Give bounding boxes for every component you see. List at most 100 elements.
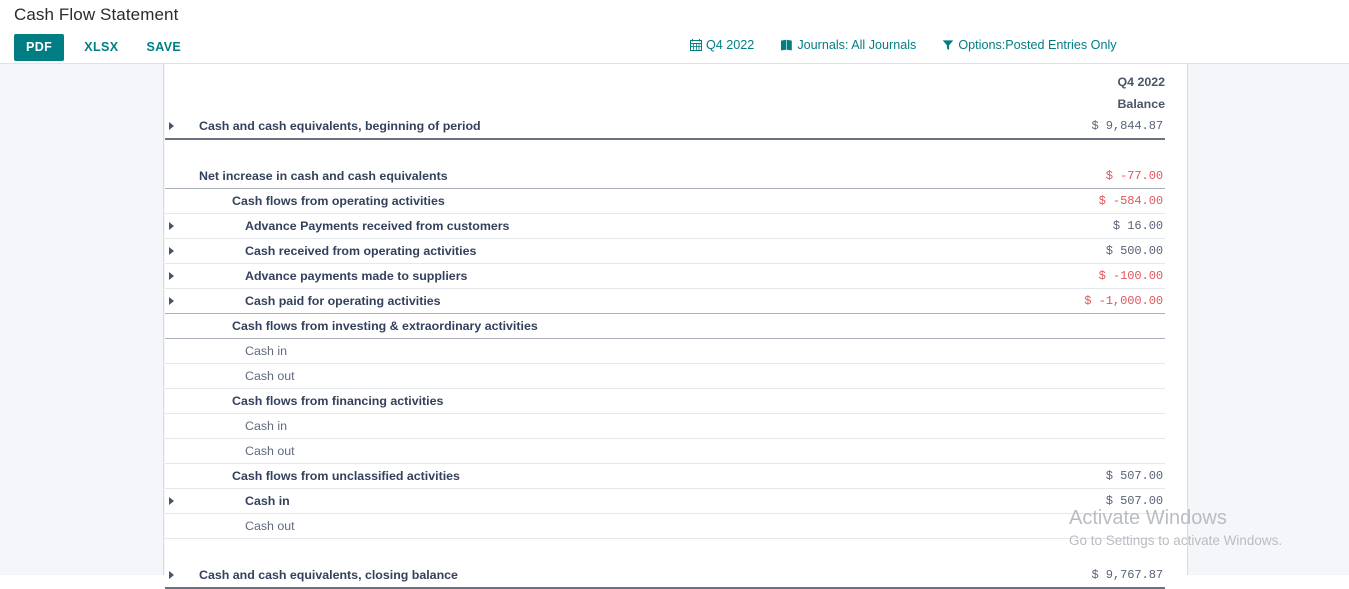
row-label: Cash out xyxy=(187,513,1067,539)
expand-triangle-icon[interactable] xyxy=(169,222,174,230)
row-expand-cell xyxy=(165,563,187,589)
expand-triangle-icon[interactable] xyxy=(169,297,174,305)
row-balance-value xyxy=(1067,539,1165,564)
table-spacer-row xyxy=(165,539,1165,564)
row-caret-placeholder xyxy=(165,413,187,439)
left-gutter xyxy=(0,64,164,575)
row-caret-placeholder xyxy=(165,139,187,164)
row-balance-value: $ -1,000.00 xyxy=(1067,288,1166,314)
table-row[interactable]: Cash and cash equivalents, beginning of … xyxy=(165,114,1166,140)
row-balance-value: $ -584.00 xyxy=(1067,188,1166,214)
row-label: Cash flows from investing & extraordinar… xyxy=(187,313,1067,339)
row-label: Cash and cash equivalents, closing balan… xyxy=(187,563,1067,589)
row-caret-placeholder xyxy=(165,463,187,489)
journals-filter[interactable]: Journals: All Journals xyxy=(780,38,916,52)
table-row[interactable]: Cash paid for operating activities $ -1,0… xyxy=(165,288,1166,314)
row-caret-placeholder xyxy=(165,539,187,564)
page-title: Cash Flow Statement xyxy=(14,5,179,24)
cash-flow-table: Q4 2022 Balance Cash and cash equivalent… xyxy=(165,64,1166,589)
row-balance-value xyxy=(1067,388,1166,414)
table-header: Q4 2022 Balance xyxy=(165,64,1165,114)
table-row[interactable]: Cash and cash equivalents, closing balan… xyxy=(165,563,1166,589)
table-row[interactable]: Cash flows from financing activities xyxy=(165,388,1166,414)
report-page-body: Q4 2022 Balance Cash and cash equivalent… xyxy=(0,64,1349,589)
row-balance-value: $ 507.00 xyxy=(1067,488,1166,514)
row-caret-placeholder xyxy=(165,164,187,189)
expand-triangle-icon[interactable] xyxy=(169,497,174,505)
table-row[interactable]: Cash out xyxy=(165,438,1166,464)
expand-triangle-icon[interactable] xyxy=(169,247,174,255)
row-balance-value: $ 9,767.87 xyxy=(1067,563,1166,589)
date-filter[interactable]: Q4 2022 xyxy=(690,38,754,52)
row-balance-value: $ 9,844.87 xyxy=(1067,114,1166,140)
row-label: Cash flows from operating activities xyxy=(187,188,1067,214)
row-balance-value: $ -100.00 xyxy=(1067,263,1166,289)
row-balance-value xyxy=(1067,363,1166,389)
row-caret-placeholder xyxy=(165,188,187,214)
report-filter-bar: Q4 2022 Journals: All Journals Options:P… xyxy=(690,38,1117,52)
xlsx-export-button[interactable]: XLSX xyxy=(74,34,128,61)
table-body: Cash and cash equivalents, beginning of … xyxy=(165,114,1166,589)
table-row[interactable]: Cash flows from unclassified activities $… xyxy=(165,463,1166,489)
row-label xyxy=(187,539,1067,564)
table-row[interactable]: Advance Payments received from customers… xyxy=(165,213,1166,239)
row-expand-cell xyxy=(165,114,187,140)
export-button-group: PDF XLSX SAVE xyxy=(14,34,191,61)
options-filter[interactable]: Options:Posted Entries Only xyxy=(942,38,1117,52)
row-caret-placeholder xyxy=(165,438,187,464)
expand-triangle-icon[interactable] xyxy=(169,571,174,579)
row-balance-value xyxy=(1067,313,1166,339)
table-row[interactable]: Cash flows from operating activities $ -5… xyxy=(165,188,1166,214)
row-balance-value: $ -77.00 xyxy=(1067,164,1166,189)
row-balance-value: $ 16.00 xyxy=(1067,213,1166,239)
table-row[interactable]: Cash out xyxy=(165,363,1166,389)
row-balance-value xyxy=(1067,338,1166,364)
row-label: Cash flows from financing activities xyxy=(187,388,1067,414)
row-balance-value xyxy=(1067,438,1166,464)
row-expand-cell xyxy=(165,488,187,514)
row-label: Cash in xyxy=(187,488,1067,514)
table-row[interactable]: Cash in xyxy=(165,413,1166,439)
table-row[interactable]: Cash flows from investing & extraordinar… xyxy=(165,313,1166,339)
column-header-balance: Balance xyxy=(1117,97,1166,111)
book-icon xyxy=(780,39,793,51)
table-row[interactable]: Cash in $ 507.00 xyxy=(165,488,1166,514)
table-row[interactable]: Advance payments made to suppliers $ -100… xyxy=(165,263,1166,289)
report-control-panel: Cash Flow Statement PDF XLSX SAVE Q4 202… xyxy=(0,0,1349,64)
table-spacer-row xyxy=(165,139,1165,164)
row-expand-cell xyxy=(165,238,187,264)
row-caret-placeholder xyxy=(165,388,187,414)
row-balance-value: $ 500.00 xyxy=(1067,238,1166,264)
row-label: Cash received from operating activities xyxy=(187,238,1067,264)
row-label: Advance payments made to suppliers xyxy=(187,263,1067,289)
row-expand-cell xyxy=(165,263,187,289)
row-label xyxy=(187,139,1067,164)
options-filter-label: Options:Posted Entries Only xyxy=(958,38,1117,52)
row-caret-placeholder xyxy=(165,313,187,339)
row-balance-value xyxy=(1067,513,1166,539)
journals-filter-label: Journals: All Journals xyxy=(797,38,917,52)
row-caret-placeholder xyxy=(165,338,187,364)
right-gutter xyxy=(1189,64,1349,575)
row-label: Advance Payments received from customers xyxy=(187,213,1067,239)
calendar-icon xyxy=(690,39,702,51)
table-row[interactable]: Cash received from operating activities $… xyxy=(165,238,1166,264)
save-button[interactable]: SAVE xyxy=(136,34,191,61)
table-row[interactable]: Cash out xyxy=(165,513,1166,539)
row-label: Cash out xyxy=(187,363,1067,389)
row-label: Cash in xyxy=(187,413,1067,439)
pdf-export-button[interactable]: PDF xyxy=(14,34,65,61)
report-sheet: Q4 2022 Balance Cash and cash equivalent… xyxy=(165,64,1188,589)
expand-triangle-icon[interactable] xyxy=(169,272,174,280)
expand-triangle-icon[interactable] xyxy=(169,122,174,130)
date-filter-label: Q4 2022 xyxy=(706,38,755,52)
table-row[interactable]: Net increase in cash and cash equivalent… xyxy=(165,164,1166,189)
row-caret-placeholder xyxy=(165,363,187,389)
table-row[interactable]: Cash in xyxy=(165,338,1166,364)
row-label: Cash and cash equivalents, beginning of … xyxy=(187,114,1067,140)
funnel-icon xyxy=(942,39,954,51)
row-balance-value xyxy=(1067,413,1166,439)
row-balance-value: $ 507.00 xyxy=(1067,463,1166,489)
column-header-period: Q4 2022 xyxy=(1117,75,1166,89)
row-balance-value xyxy=(1067,139,1165,164)
